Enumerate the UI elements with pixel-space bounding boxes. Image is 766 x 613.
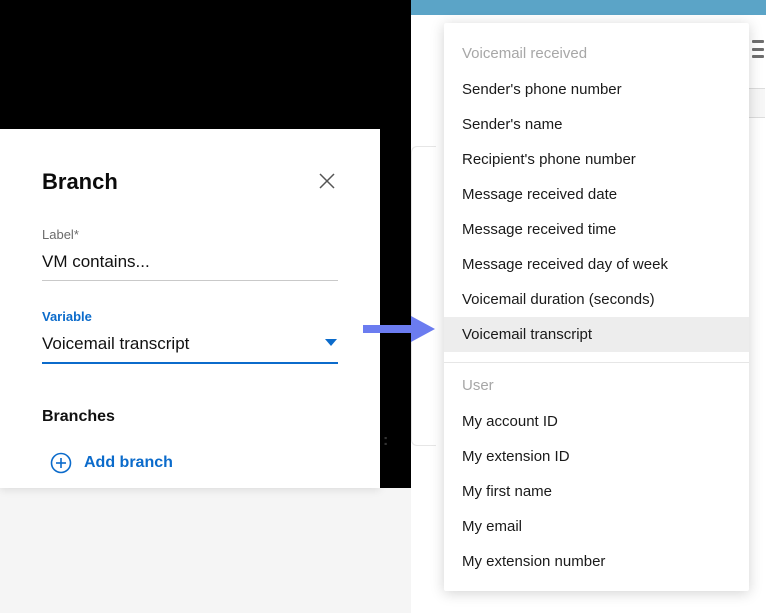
peek-colon: : [383,432,391,450]
dropdown-item[interactable]: My extension number [444,544,749,579]
variable-select[interactable]: Voicemail transcript [42,330,338,364]
label-field-label: Label* [42,227,338,242]
dropdown-item[interactable]: My email [444,509,749,544]
dropdown-item[interactable]: Sender's phone number [444,72,749,107]
dropdown-item[interactable]: My first name [444,474,749,509]
branches-heading: Branches [42,408,338,426]
label-field-label-text: Label [42,227,74,242]
close-button[interactable] [318,172,338,192]
top-app-bar [411,0,766,15]
dropdown-group-header: User [444,371,749,404]
background-left-black [0,0,411,129]
dropdown-item[interactable]: Message received date [444,177,749,212]
dropdown-item[interactable]: My extension ID [444,439,749,474]
content-panel-edge [411,146,436,446]
dropdown-item-selected[interactable]: Voicemail transcript [444,317,749,352]
chevron-down-icon [324,335,338,353]
variable-dropdown: Voicemail received Sender's phone number… [444,23,749,591]
panel-title: Branch [42,169,118,195]
dropdown-item[interactable]: My account ID [444,404,749,439]
variable-field: Variable Voicemail transcript [42,309,338,364]
close-icon [318,172,336,190]
label-field: Label* [42,227,338,281]
add-branch-button[interactable]: Add branch [42,452,338,474]
dropdown-separator [444,362,749,363]
dropdown-item[interactable]: Message received day of week [444,247,749,282]
dropdown-item[interactable]: Sender's name [444,107,749,142]
dropdown-item[interactable]: Message received time [444,212,749,247]
plus-circle-icon [50,452,72,474]
branch-panel: Branch Label* Variable Voicemail transcr… [0,129,380,488]
required-indicator: * [74,227,79,242]
menu-icon[interactable] [752,40,764,58]
dropdown-item[interactable]: Recipient's phone number [444,142,749,177]
label-input[interactable] [42,248,338,281]
variable-select-value: Voicemail transcript [42,334,189,354]
dropdown-item[interactable]: Voicemail duration (seconds) [444,282,749,317]
dropdown-group-header: Voicemail received [444,39,749,72]
panel-header: Branch [42,169,338,195]
variable-field-label: Variable [42,309,338,324]
add-branch-label: Add branch [84,454,173,472]
